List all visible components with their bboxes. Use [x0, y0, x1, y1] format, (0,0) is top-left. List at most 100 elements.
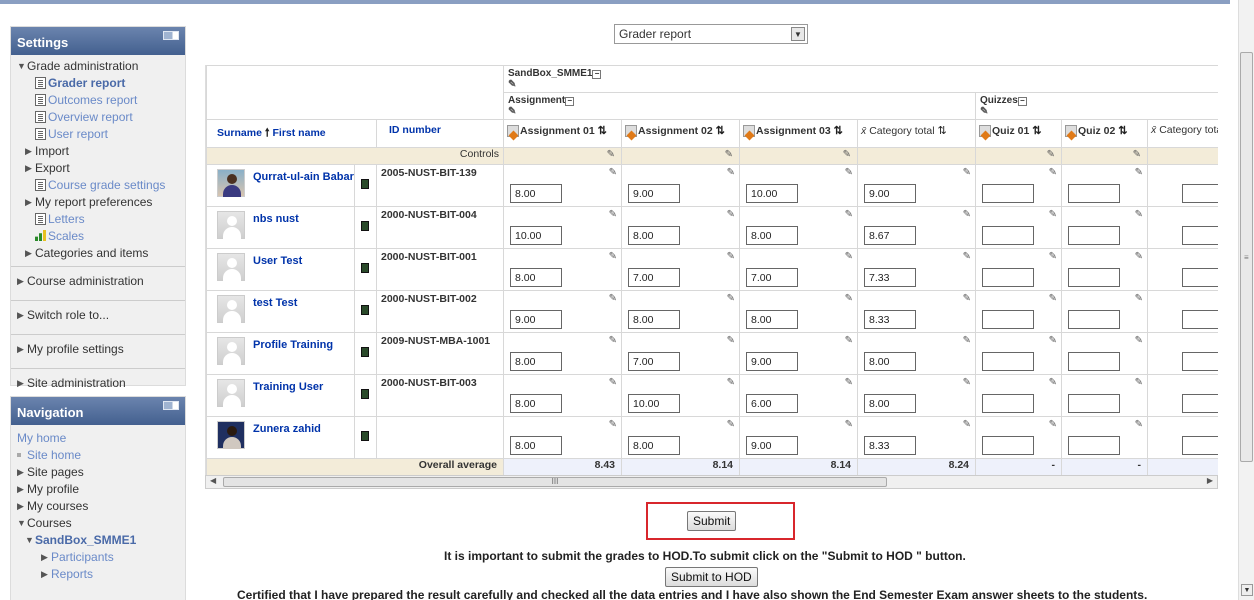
grade-input[interactable] — [628, 226, 681, 245]
edit-icon[interactable]: ✎ — [609, 377, 617, 388]
avatar[interactable] — [217, 379, 245, 407]
settings-item-my-report-preferences[interactable]: ▶ My report preferences — [11, 194, 185, 211]
sort-surname-link[interactable]: Surname — [217, 127, 262, 139]
student-name-link[interactable]: Training User — [253, 381, 323, 407]
nav-item-course-sandbox[interactable]: ▼ SandBox_SMME1 — [11, 532, 185, 549]
grade-input[interactable] — [1068, 310, 1121, 329]
edit-icon[interactable]: ✎ — [963, 377, 971, 388]
edit-icon[interactable]: ✎ — [843, 149, 851, 160]
grade-input[interactable] — [982, 226, 1035, 245]
grade-input[interactable] — [864, 184, 917, 203]
edit-icon[interactable]: ✎ — [1049, 293, 1057, 304]
grade-input[interactable] — [628, 352, 681, 371]
settings-item-course-administration[interactable]: ▶ Course administration — [11, 266, 185, 296]
edit-icon[interactable]: ✎ — [508, 106, 516, 117]
report-select[interactable]: Grader report ▼ — [614, 24, 808, 44]
col-quiz-02[interactable]: Quiz 02 ⇅ — [1061, 119, 1149, 148]
edit-icon[interactable]: ✎ — [1049, 251, 1057, 262]
grade-input[interactable] — [864, 310, 917, 329]
nav-item-my-profile[interactable]: ▶ My profile — [11, 481, 185, 498]
grade-input[interactable] — [510, 310, 563, 329]
grade-input[interactable] — [864, 268, 917, 287]
settings-item-import[interactable]: ▶ Import — [11, 143, 185, 160]
grade-input[interactable] — [746, 352, 799, 371]
col-assignment-02[interactable]: Assignment 02 ⇅ — [621, 119, 741, 148]
grade-input[interactable] — [628, 310, 681, 329]
grades-grid-icon[interactable] — [361, 179, 369, 189]
col-category-total-2[interactable]: x̄ Category total — [1147, 119, 1218, 148]
edit-icon[interactable]: ✎ — [727, 251, 735, 262]
settings-item-switch-role[interactable]: ▶ Switch role to... — [11, 300, 185, 330]
edit-icon[interactable]: ✎ — [1049, 167, 1057, 178]
nav-item-reports[interactable]: ▶ Reports — [11, 566, 185, 583]
grade-input[interactable] — [1182, 352, 1218, 371]
collapse-icon[interactable]: − — [565, 97, 575, 106]
edit-icon[interactable]: ✎ — [607, 149, 615, 160]
edit-icon[interactable]: ✎ — [727, 419, 735, 430]
grade-input[interactable] — [628, 436, 681, 455]
edit-icon[interactable]: ✎ — [609, 335, 617, 346]
collapse-icon[interactable]: − — [1017, 97, 1027, 106]
grades-grid-icon[interactable] — [361, 263, 369, 273]
grade-input[interactable] — [864, 226, 917, 245]
grade-input[interactable] — [746, 436, 799, 455]
edit-icon[interactable]: ✎ — [1049, 209, 1057, 220]
settings-item-grader-report[interactable]: Grader report — [11, 75, 185, 92]
edit-icon[interactable]: ✎ — [845, 377, 853, 388]
grade-input[interactable] — [1182, 394, 1218, 413]
grade-input[interactable] — [982, 352, 1035, 371]
grade-input[interactable] — [1068, 226, 1121, 245]
settings-item-scales[interactable]: Scales — [11, 228, 185, 245]
settings-item-site-administration[interactable]: ▶ Site administration — [11, 368, 185, 398]
grades-grid-icon[interactable] — [361, 431, 369, 441]
grade-input[interactable] — [982, 394, 1035, 413]
grade-input[interactable] — [1068, 268, 1121, 287]
submit-button[interactable]: Submit — [687, 511, 737, 531]
sort-icon[interactable]: ⇅ — [598, 125, 607, 137]
settings-item-letters[interactable]: Letters — [11, 211, 185, 228]
edit-icon[interactable]: ✎ — [1133, 149, 1141, 160]
grade-input[interactable] — [628, 268, 681, 287]
grade-input[interactable] — [864, 394, 917, 413]
edit-icon[interactable]: ✎ — [727, 335, 735, 346]
edit-icon[interactable]: ✎ — [1135, 335, 1143, 346]
nav-item-site-home[interactable]: Site home — [11, 447, 185, 464]
settings-item-grade-administration[interactable]: ▼ Grade administration — [11, 58, 185, 75]
page-scroll-thumb[interactable]: ≡ — [1240, 52, 1253, 462]
chevron-down-icon[interactable]: ▼ — [791, 27, 805, 41]
grade-input[interactable] — [510, 352, 563, 371]
edit-icon[interactable]: ✎ — [1135, 167, 1143, 178]
settings-item-categories-and-items[interactable]: ▶ Categories and items — [11, 245, 185, 262]
nav-item-my-courses[interactable]: ▶ My courses — [11, 498, 185, 515]
grade-input[interactable] — [510, 268, 563, 287]
edit-icon[interactable]: ✎ — [1047, 149, 1055, 160]
dock-icon[interactable] — [163, 401, 179, 410]
grade-input[interactable] — [1068, 184, 1121, 203]
edit-icon[interactable]: ✎ — [725, 149, 733, 160]
student-name-link[interactable]: User Test — [253, 255, 302, 281]
grade-input[interactable] — [746, 184, 799, 203]
edit-icon[interactable]: ✎ — [609, 251, 617, 262]
student-name-link[interactable]: test Test — [253, 297, 297, 323]
edit-icon[interactable]: ✎ — [963, 335, 971, 346]
scroll-down-icon[interactable]: ▼ — [1241, 584, 1253, 596]
grade-input[interactable] — [628, 394, 681, 413]
edit-icon[interactable]: ✎ — [1135, 419, 1143, 430]
edit-icon[interactable]: ✎ — [1049, 419, 1057, 430]
edit-icon[interactable]: ✎ — [727, 377, 735, 388]
avatar[interactable] — [217, 211, 245, 239]
grade-input[interactable] — [510, 226, 563, 245]
grade-input[interactable] — [1182, 436, 1218, 455]
edit-icon[interactable]: ✎ — [963, 209, 971, 220]
avatar[interactable] — [217, 169, 245, 197]
sort-icon[interactable]: ⇅ — [1032, 125, 1041, 137]
grade-input[interactable] — [1068, 352, 1121, 371]
edit-icon[interactable]: ✎ — [1049, 377, 1057, 388]
edit-icon[interactable]: ✎ — [609, 209, 617, 220]
nav-item-site-pages[interactable]: ▶ Site pages — [11, 464, 185, 481]
edit-icon[interactable]: ✎ — [845, 209, 853, 220]
edit-icon[interactable]: ✎ — [845, 167, 853, 178]
nav-my-home[interactable]: My home — [11, 425, 185, 447]
grade-input[interactable] — [1182, 184, 1218, 203]
grade-input[interactable] — [1182, 226, 1218, 245]
